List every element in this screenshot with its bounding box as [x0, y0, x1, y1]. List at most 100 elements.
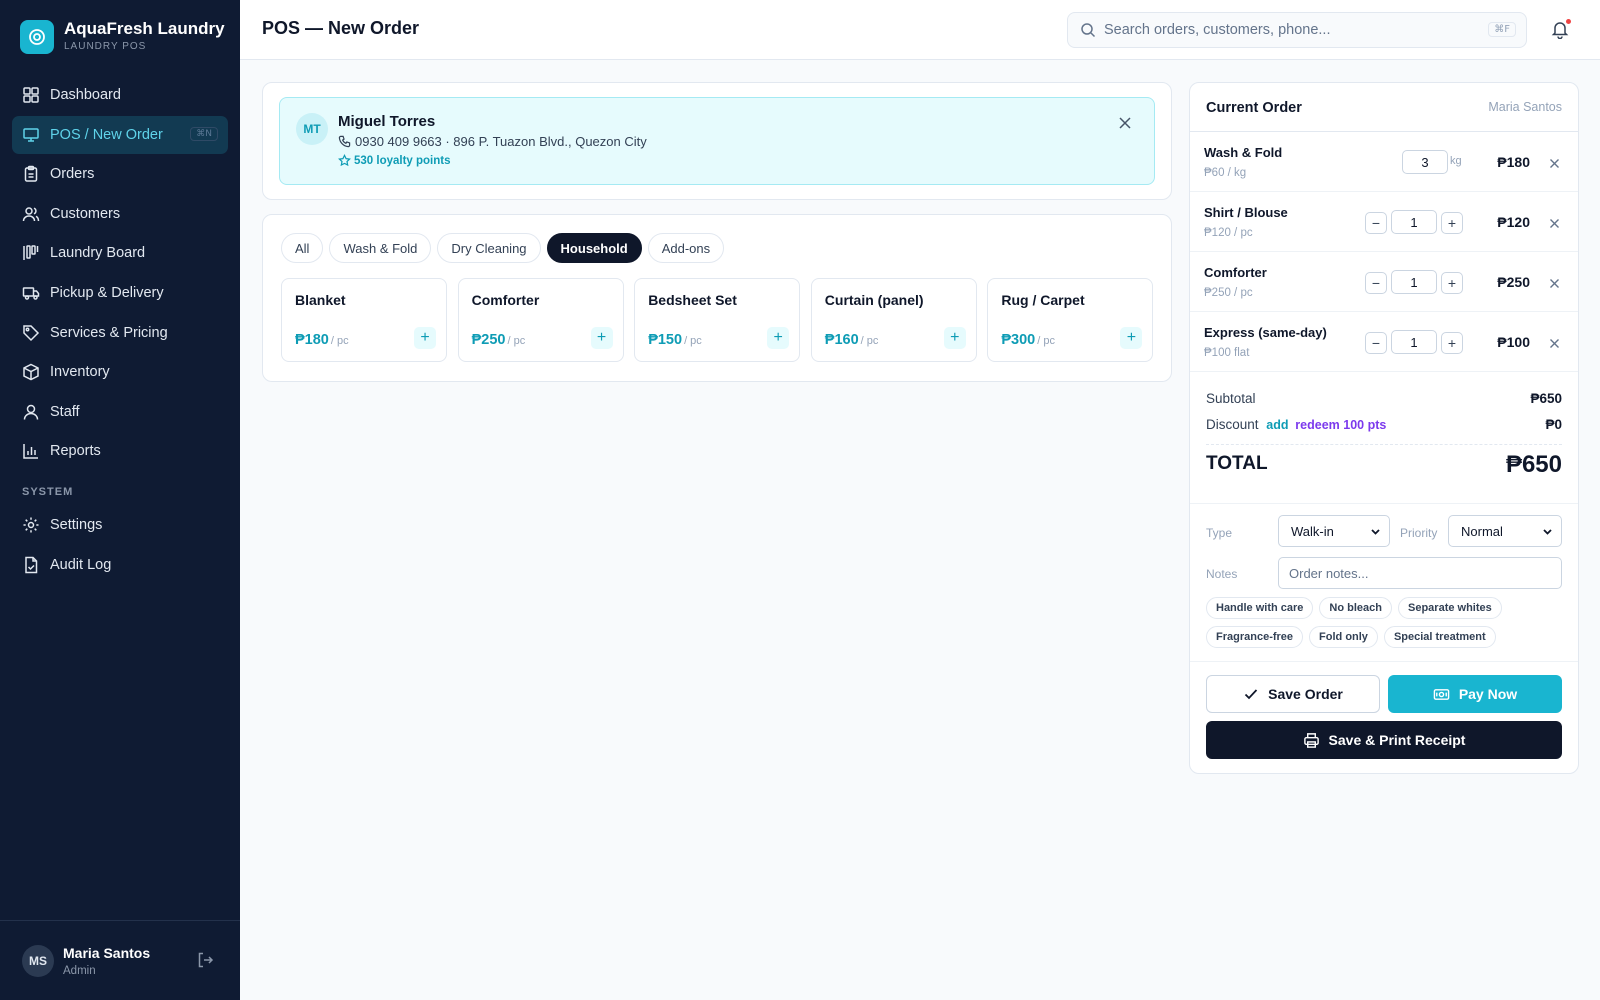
increment-button[interactable]: + — [1441, 212, 1463, 234]
truck-icon — [22, 287, 40, 300]
service-card-rug-carpet[interactable]: Rug / Carpet ₱300/ pc + — [987, 278, 1154, 362]
plus-icon[interactable]: + — [414, 327, 436, 349]
sidebar-item-orders[interactable]: Orders — [12, 155, 228, 193]
tab-wash-fold[interactable]: Wash & Fold — [329, 233, 432, 263]
line-item-amount: ₱100 — [1497, 334, 1530, 350]
user-profile: MS Maria Santos Admin — [0, 920, 240, 1000]
service-card-curtain-panel[interactable]: Curtain (panel) ₱160/ pc + — [810, 278, 977, 362]
discount-amount: ₱0 — [1545, 417, 1562, 432]
clear-customer-button[interactable] — [1118, 116, 1132, 135]
note-chip[interactable]: Fold only — [1309, 626, 1378, 648]
service-card-blanket[interactable]: Blanket ₱180/ pc + — [281, 278, 447, 362]
remove-line-button[interactable] — [1549, 276, 1560, 294]
plus-icon[interactable]: + — [767, 327, 790, 349]
plus-icon[interactable]: + — [943, 327, 966, 349]
plus-icon[interactable]: + — [590, 327, 613, 349]
gear-icon — [23, 517, 39, 533]
user-role: Admin — [63, 964, 96, 977]
priority-value: Normal — [1461, 523, 1503, 539]
quantity-input[interactable]: 1 — [1391, 330, 1437, 354]
tab-all[interactable]: All — [281, 233, 324, 263]
order-type-value: Walk-in — [1291, 523, 1334, 539]
search-input[interactable] — [1104, 22, 1474, 38]
divider — [1190, 503, 1578, 504]
decrement-button[interactable]: − — [1365, 272, 1387, 294]
sidebar-item-settings[interactable]: Settings — [12, 506, 228, 544]
tab-add-ons[interactable]: Add-ons — [647, 233, 725, 263]
sidebar-item-reports[interactable]: Reports — [12, 432, 228, 470]
increment-button[interactable]: + — [1441, 272, 1463, 294]
total-amount: ₱650 — [1505, 451, 1562, 478]
line-item-name: Shirt / Blouse — [1204, 205, 1288, 220]
sidebar-item-pickup-delivery[interactable]: Pickup & Delivery — [12, 274, 228, 312]
tab-household[interactable]: Household — [546, 233, 642, 263]
plus-icon[interactable]: + — [1120, 327, 1143, 349]
users-icon — [22, 207, 40, 221]
order-type-select[interactable]: Walk-in — [1278, 515, 1390, 547]
order-notes-input[interactable] — [1278, 557, 1562, 589]
sidebar-nav: Dashboard POS / New Order ⌘N Orders Cust… — [12, 76, 228, 586]
pay-now-button[interactable]: Pay Now — [1388, 675, 1562, 713]
services-panel: All Wash & Fold Dry Cleaning Household A… — [262, 214, 1172, 382]
system-section-heading: SYSTEM — [22, 486, 74, 499]
increment-button[interactable]: + — [1441, 332, 1463, 354]
remove-line-button[interactable] — [1549, 216, 1560, 234]
note-chip[interactable]: Handle with care — [1206, 597, 1314, 619]
decrement-button[interactable]: − — [1365, 212, 1387, 234]
remove-line-button[interactable] — [1549, 156, 1560, 174]
order-header: Current Order Maria Santos — [1190, 83, 1578, 132]
brand[interactable]: AquaFresh Laundry LAUNDRY POS — [20, 19, 225, 54]
search-shortcut-badge: ⌘F — [1488, 22, 1516, 37]
notes-label: Notes — [1206, 567, 1238, 581]
service-unit: / pc — [507, 335, 526, 347]
note-chip[interactable]: No bleach — [1319, 597, 1392, 619]
service-price: ₱160/ pc — [825, 332, 879, 348]
service-unit: / pc — [684, 335, 702, 347]
sidebar-item-services-pricing[interactable]: Services & Pricing — [12, 314, 228, 352]
sidebar-item-label: Orders — [50, 166, 95, 183]
notifications-button[interactable] — [1550, 19, 1571, 44]
priority-select[interactable]: Normal — [1448, 515, 1562, 547]
note-chip[interactable]: Fragrance-free — [1206, 626, 1304, 648]
redeem-points-link[interactable]: redeem 100 pts — [1295, 418, 1386, 432]
quantity-input[interactable]: 1 — [1391, 210, 1437, 234]
sidebar-item-customers[interactable]: Customers — [12, 195, 228, 233]
note-chip[interactable]: Special treatment — [1383, 626, 1496, 648]
weight-input[interactable]: 3 — [1402, 150, 1448, 174]
tab-dry-cleaning[interactable]: Dry Cleaning — [437, 233, 541, 263]
service-card-comforter[interactable]: Comforter ₱250/ pc + — [457, 278, 624, 362]
customer-name: Miguel Torres — [338, 113, 436, 130]
sidebar-item-staff[interactable]: Staff — [12, 393, 228, 431]
save-print-receipt-button[interactable]: Save & Print Receipt — [1206, 721, 1562, 759]
close-icon — [1550, 159, 1559, 168]
quantity-input[interactable]: 1 — [1391, 270, 1437, 294]
avatar[interactable]: MS — [22, 944, 54, 977]
save-order-button[interactable]: Save Order — [1206, 675, 1380, 713]
note-chip[interactable]: Separate whites — [1398, 597, 1502, 619]
service-unit: / pc — [330, 335, 349, 347]
sidebar-item-dashboard[interactable]: Dashboard — [12, 76, 228, 114]
order-line: Express (same-day) ₱100 flat − 1 + ₱100 — [1190, 312, 1578, 372]
service-card-bedsheet-set[interactable]: Bedsheet Set ₱150/ pc + — [634, 278, 801, 362]
sidebar-item-laundry-board[interactable]: Laundry Board — [12, 234, 228, 272]
line-item-amount: ₱250 — [1497, 274, 1530, 290]
user-icon — [23, 404, 39, 420]
sidebar-item-pos[interactable]: POS / New Order ⌘N — [12, 115, 228, 154]
sidebar-item-audit-log[interactable]: Audit Log — [12, 546, 228, 584]
add-discount-link[interactable]: add — [1266, 418, 1288, 432]
close-icon — [1550, 279, 1559, 288]
top-bar: POS — New Order ⌘F — [240, 0, 1600, 60]
total-row: TOTAL ₱650 — [1206, 451, 1562, 479]
remove-line-button[interactable] — [1549, 336, 1560, 354]
logout-icon[interactable] — [196, 951, 214, 974]
line-item-amount: ₱180 — [1497, 154, 1530, 170]
service-price: ₱150/ pc — [648, 332, 702, 348]
subtotal-row: Subtotal ₱650 — [1206, 391, 1562, 406]
save-order-label: Save Order — [1268, 686, 1343, 702]
sidebar-item-inventory[interactable]: Inventory — [12, 353, 228, 391]
decrement-button[interactable]: − — [1365, 332, 1387, 354]
search-bar[interactable]: ⌘F — [1067, 12, 1527, 48]
clipboard-icon — [24, 165, 38, 182]
cash-icon — [1433, 688, 1450, 700]
line-item-rate: ₱120 / pc — [1204, 227, 1253, 239]
